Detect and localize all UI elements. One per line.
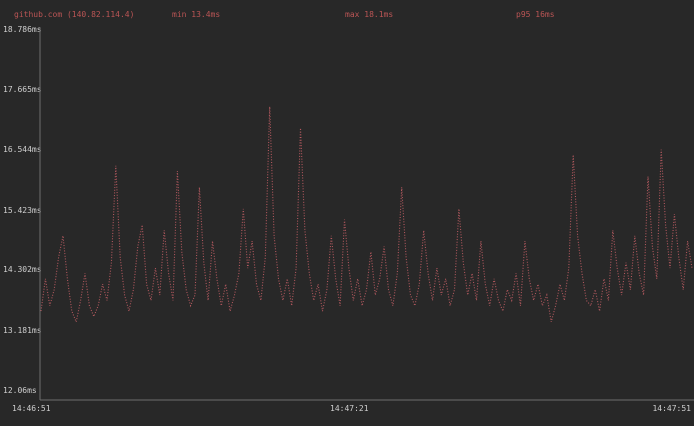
x-axis-tick: 14:47:51 <box>652 404 691 413</box>
terminal-screen: github.com (140.82.114.4) min 13.4ms max… <box>0 0 694 426</box>
x-axis-tick: 14:46:51 <box>12 404 51 413</box>
latency-line-chart <box>0 0 694 426</box>
latency-series <box>41 107 692 322</box>
x-axis-tick: 14:47:21 <box>330 404 369 413</box>
